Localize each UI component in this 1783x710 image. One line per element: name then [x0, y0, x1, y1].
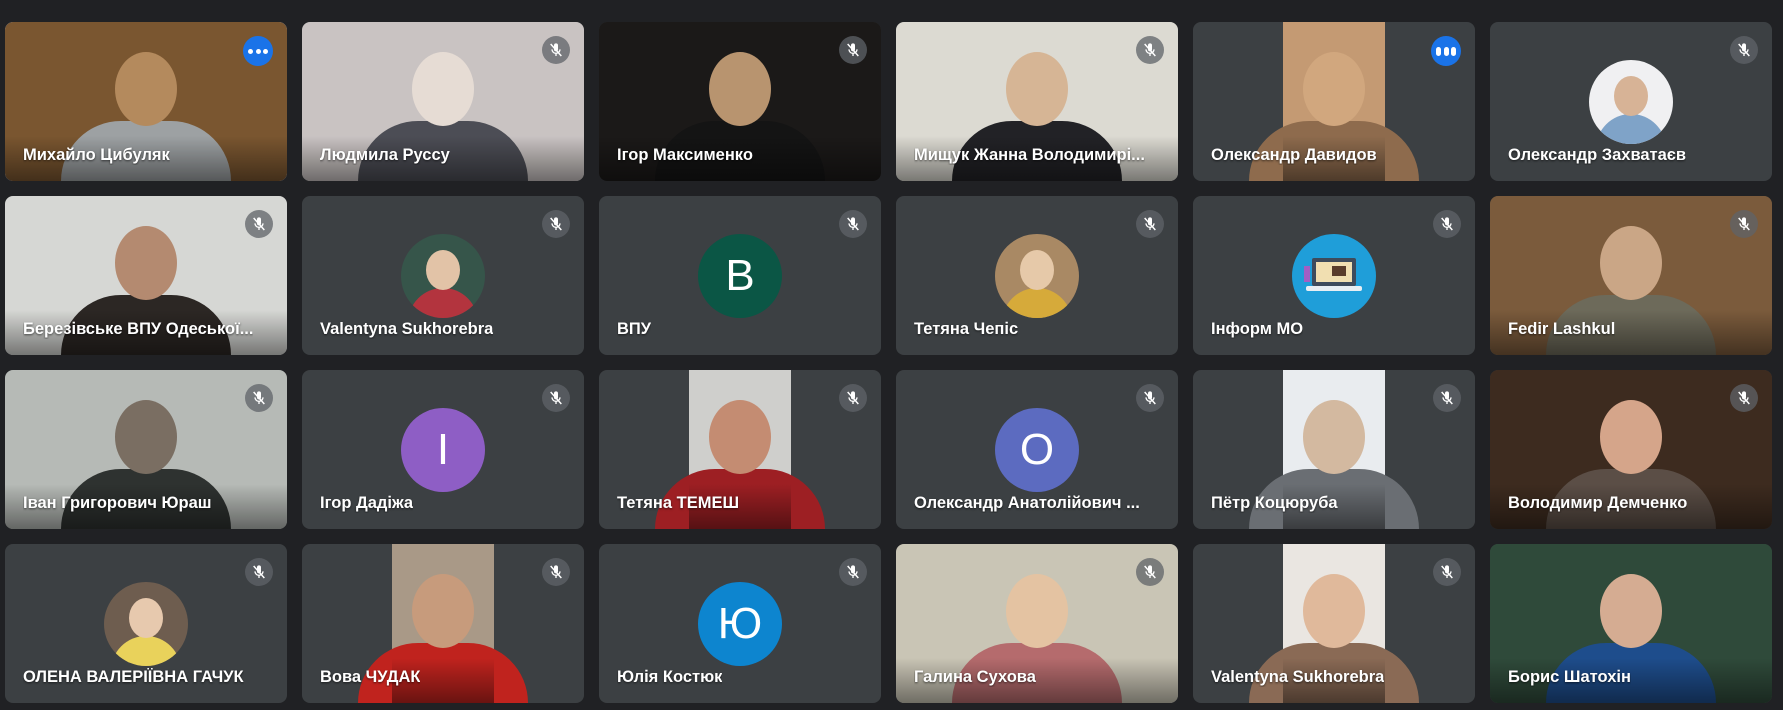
mic-off-icon: [1730, 210, 1758, 238]
mic-off-icon: [542, 384, 570, 412]
participant-grid: Михайло Цибуляк Людмила Руссу Ігор Максиме…: [5, 22, 1772, 703]
participant-tile[interactable]: Valentyna Sukhorebra: [1193, 544, 1475, 703]
participant-tile[interactable]: Ігор Максименко: [599, 22, 881, 181]
participant-name: Valentyna Sukhorebra: [1211, 668, 1385, 686]
avatar-initial: О: [1019, 424, 1055, 474]
participant-tile[interactable]: Ю Юлія Костюк: [599, 544, 881, 703]
participant-tile[interactable]: О Олександр Анатолійович ...: [896, 370, 1178, 529]
participant-tile[interactable]: Іван Григорович Юраш: [5, 370, 287, 529]
audio-indicator-icon: [1431, 36, 1461, 66]
mic-off-icon: [1433, 384, 1461, 412]
mic-off-icon: [245, 558, 273, 586]
participant-name: Ігор Максименко: [617, 146, 753, 164]
participant-tile[interactable]: Володимир Демченко: [1490, 370, 1772, 529]
participant-tile[interactable]: Галина Сухова: [896, 544, 1178, 703]
mic-off-icon: [1433, 210, 1461, 238]
participant-name: Володимир Демченко: [1508, 494, 1688, 512]
mic-off-icon: [1433, 558, 1461, 586]
participant-name: Тетяна Чепіс: [914, 320, 1019, 338]
mic-off-icon: [1730, 384, 1758, 412]
participant-name: ОЛЕНА ВАЛЕРІЇВНА ГАЧУК: [23, 668, 244, 686]
audio-indicator-icon: [243, 36, 273, 66]
participant-name: Мищук Жанна Володимирі...: [914, 146, 1145, 164]
participant-name: Олександр Захватаєв: [1508, 146, 1687, 164]
participant-photo-avatar: [995, 233, 1079, 318]
participant-tile[interactable]: Людмила Руссу: [302, 22, 584, 181]
participant-name: Valentyna Sukhorebra: [320, 320, 494, 338]
laptop-icon: [1292, 233, 1376, 318]
participant-initial-avatar: І: [401, 407, 485, 492]
participant-name: Fedir Lashkul: [1508, 320, 1616, 338]
participant-tile[interactable]: Олександр Захватаєв: [1490, 22, 1772, 181]
participant-name: Вова ЧУДАК: [320, 668, 421, 686]
participant-tile[interactable]: І Ігор Дадіжа: [302, 370, 584, 529]
participant-name: Пётр Коцюруба: [1211, 494, 1338, 512]
participant-name: Тетяна ТЕМЕШ: [617, 494, 740, 512]
participant-photo-avatar: [104, 581, 188, 666]
mic-off-icon: [839, 36, 867, 64]
participant-tile[interactable]: Борис Шатохін: [1490, 544, 1772, 703]
mic-off-icon: [1136, 384, 1164, 412]
mic-off-icon: [839, 558, 867, 586]
participant-name: Людмила Руссу: [320, 146, 450, 164]
participant-tile[interactable]: В ВПУ: [599, 196, 881, 355]
participant-tile[interactable]: Березівське ВПУ Одеської...: [5, 196, 287, 355]
participant-tile[interactable]: Тетяна ТЕМЕШ: [599, 370, 881, 529]
mic-off-icon: [542, 36, 570, 64]
participant-name: Березівське ВПУ Одеської...: [23, 320, 254, 338]
participant-tile[interactable]: Олександр Давидов: [1193, 22, 1475, 181]
participant-name: Михайло Цибуляк: [23, 146, 170, 164]
mic-off-icon: [542, 558, 570, 586]
participant-tile[interactable]: Михайло Цибуляк: [5, 22, 287, 181]
mic-off-icon: [839, 210, 867, 238]
participant-tile[interactable]: Тетяна Чепіс: [896, 196, 1178, 355]
mic-off-icon: [1136, 210, 1164, 238]
avatar-initial: І: [436, 424, 450, 474]
participant-name: Ігор Дадіжа: [320, 494, 414, 512]
mic-off-icon: [1136, 558, 1164, 586]
participant-tile[interactable]: ОЛЕНА ВАЛЕРІЇВНА ГАЧУК: [5, 544, 287, 703]
mic-off-icon: [1136, 36, 1164, 64]
avatar-initial: Ю: [717, 598, 763, 648]
participant-tile[interactable]: Мищук Жанна Володимирі...: [896, 22, 1178, 181]
participant-tile[interactable]: Вова ЧУДАК: [302, 544, 584, 703]
mic-off-icon: [839, 384, 867, 412]
mic-off-icon: [542, 210, 570, 238]
participant-tile[interactable]: Пётр Коцюруба: [1193, 370, 1475, 529]
participant-name: ВПУ: [617, 320, 652, 338]
participant-name: Іван Григорович Юраш: [23, 494, 212, 512]
participant-name: Олександр Анатолійович ...: [914, 494, 1140, 512]
participant-initial-avatar: О: [995, 407, 1079, 492]
participant-name: Галина Сухова: [914, 668, 1036, 686]
participant-tile[interactable]: Інформ МО: [1193, 196, 1475, 355]
participant-name: Юлія Костюк: [617, 668, 723, 686]
avatar-initial: В: [725, 250, 755, 300]
mic-off-icon: [245, 210, 273, 238]
mic-off-icon: [1730, 36, 1758, 64]
participant-tile[interactable]: Valentyna Sukhorebra: [302, 196, 584, 355]
participant-name: Борис Шатохін: [1508, 668, 1631, 686]
mic-off-icon: [245, 384, 273, 412]
participant-initial-avatar: В: [698, 233, 782, 318]
participant-photo-avatar: [401, 233, 485, 318]
participant-photo-avatar: [1589, 59, 1673, 144]
participant-name: Олександр Давидов: [1211, 146, 1377, 164]
participant-initial-avatar: Ю: [698, 581, 782, 666]
participant-tile[interactable]: Fedir Lashkul: [1490, 196, 1772, 355]
participant-name: Інформ МО: [1211, 320, 1304, 338]
